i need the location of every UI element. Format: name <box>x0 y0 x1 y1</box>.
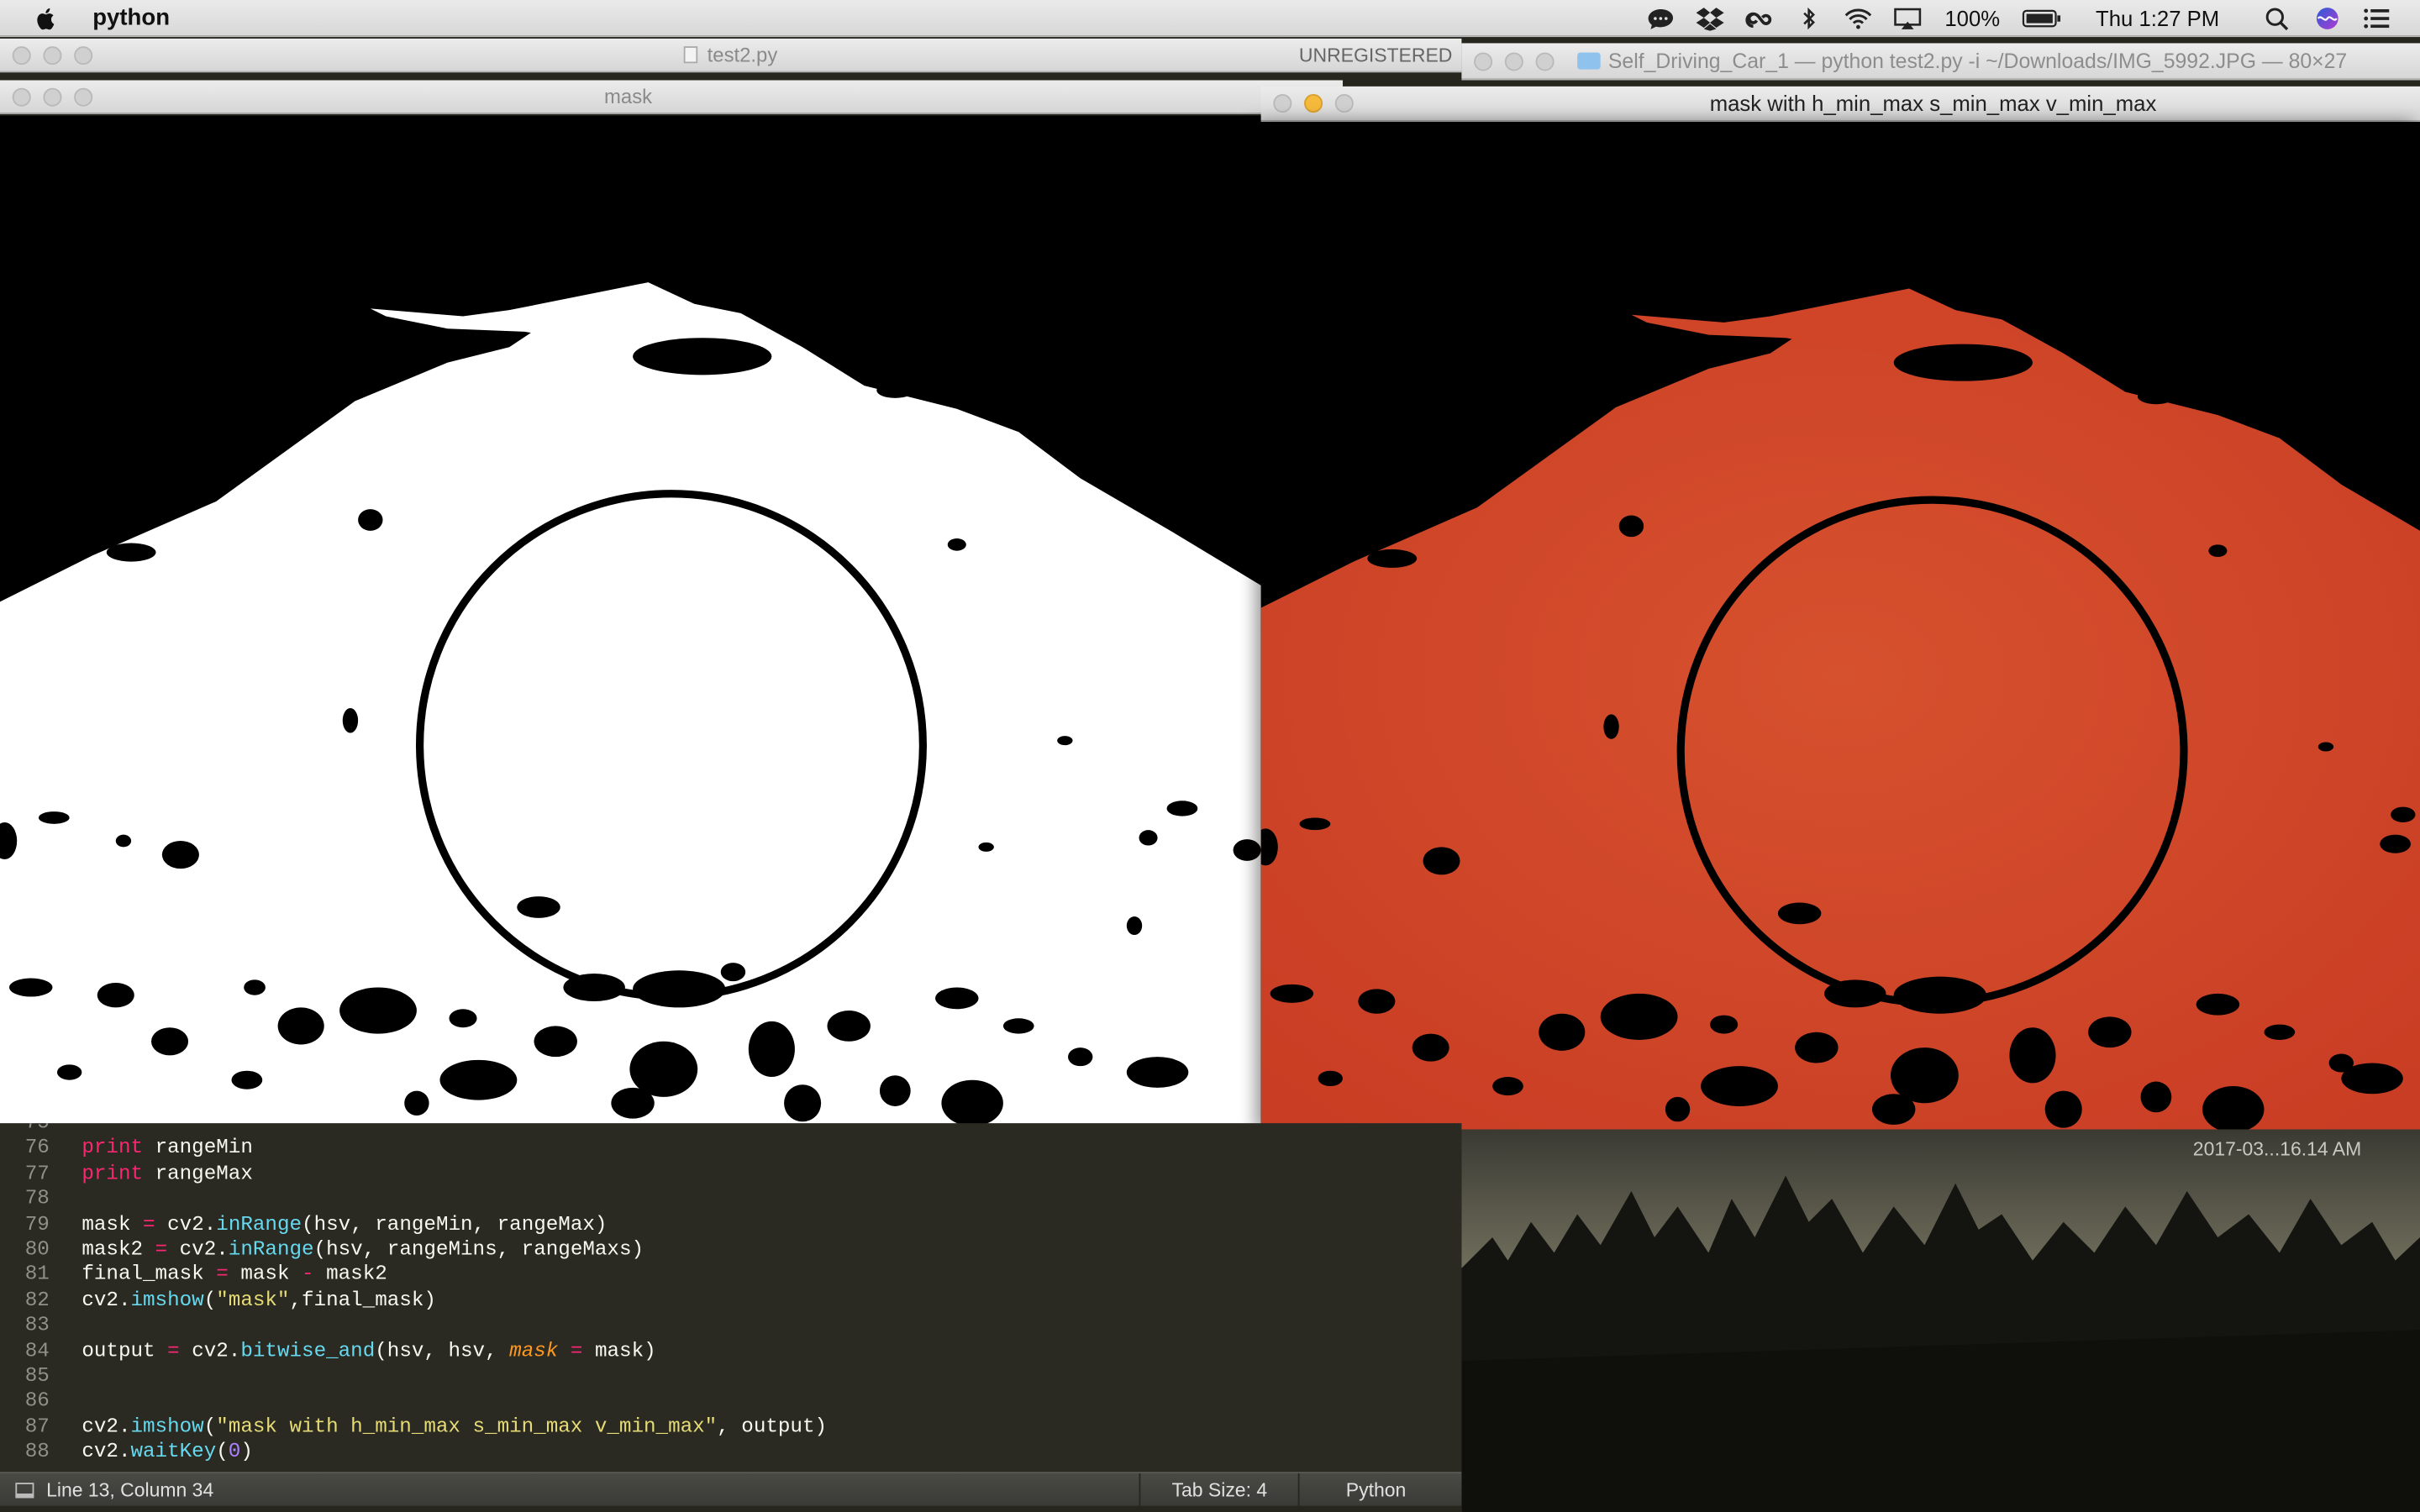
line-number: 87 <box>24 1414 50 1438</box>
line-number: 81 <box>24 1263 50 1286</box>
code-line[interactable]: 85 <box>0 1364 50 1389</box>
status-bar: Line 13, Column 34 Tab Size: 4 Python <box>0 1472 1462 1508</box>
output-image <box>1260 122 2420 1131</box>
airplay-icon[interactable] <box>1883 0 1933 37</box>
zoom-button[interactable] <box>1535 51 1555 71</box>
code-text: print rangeMin <box>82 1136 253 1160</box>
minimize-button[interactable] <box>43 45 62 65</box>
code-text: print rangeMax <box>82 1161 253 1185</box>
status-menus: 100% Thu 1:27 PM <box>1636 0 2420 37</box>
zoom-button[interactable] <box>1334 94 1354 113</box>
editor-titlebar[interactable]: test2.py UNREGISTERED <box>0 38 1462 73</box>
code-text: cv2.imshow("mask with h_min_max s_min_ma… <box>82 1414 828 1438</box>
minimize-button[interactable] <box>43 87 62 106</box>
code-line[interactable]: 87 cv2.imshow("mask with h_min_max s_min_… <box>0 1414 827 1440</box>
minimize-button[interactable] <box>1304 94 1323 113</box>
creative-cloud-icon[interactable] <box>1735 0 1785 37</box>
app-menu-name[interactable]: python <box>92 5 170 31</box>
screen: python 100% Thu 1:27 PM test2.py UNREGIS… <box>0 0 2420 1512</box>
messages-icon[interactable] <box>1636 0 1686 37</box>
line-number: 76 <box>24 1136 50 1160</box>
panel-toggle-icon[interactable] <box>15 1482 34 1498</box>
editor-title: test2.py <box>0 43 1461 66</box>
terminal-title: Self_Driving_Car_1 — python test2.py -i … <box>1577 50 2347 72</box>
dropbox-icon[interactable] <box>1686 0 1735 37</box>
code-text: final_mask = mask - mask2 <box>82 1263 387 1286</box>
menubar-clock[interactable]: Thu 1:27 PM <box>2071 6 2254 30</box>
mask-image <box>0 115 1263 1125</box>
minimize-button[interactable] <box>1504 51 1523 71</box>
bluetooth-icon[interactable] <box>1784 0 1833 37</box>
close-button[interactable] <box>1474 51 1493 71</box>
output-window-titlebar[interactable]: mask with h_min_max s_min_max v_min_max <box>1260 86 2420 123</box>
code-line[interactable]: 88 cv2.waitKey(0) <box>0 1440 253 1465</box>
folder-icon <box>1577 52 1601 70</box>
siri-icon[interactable] <box>2302 0 2352 37</box>
editor-window-controls <box>12 45 93 65</box>
mask-window-controls <box>12 87 93 106</box>
line-number: 85 <box>24 1363 50 1388</box>
code-text: cv2.imshow("mask",final_mask) <box>82 1288 436 1311</box>
code-line[interactable]: 83 <box>0 1313 50 1338</box>
close-button[interactable] <box>12 87 31 106</box>
line-number: 86 <box>24 1389 50 1413</box>
output-window-title: mask with h_min_max s_min_max v_min_max <box>1709 91 2157 116</box>
code-editor[interactable]: 7576 print rangeMin 77 print rangeMax 7879 ma… <box>0 1123 1462 1473</box>
mask-window-title: mask <box>604 85 653 108</box>
output-window-controls <box>1273 94 1354 113</box>
file-icon <box>684 46 698 64</box>
line-number: 84 <box>24 1338 50 1362</box>
line-number: 78 <box>24 1186 50 1210</box>
line-number: 83 <box>24 1313 50 1336</box>
line-number: 77 <box>24 1161 50 1185</box>
code-line[interactable]: 77 print rangeMax <box>0 1161 253 1187</box>
line-number: 88 <box>24 1440 50 1463</box>
close-button[interactable] <box>12 45 31 65</box>
code-line[interactable]: 79 mask = cv2.inRange(hsv, rangeMin, rang… <box>0 1211 608 1237</box>
code-line[interactable]: 75 <box>0 1123 50 1136</box>
battery-icon[interactable] <box>2012 0 2071 37</box>
line-number: 80 <box>24 1237 50 1261</box>
syntax-selector[interactable]: Python <box>1297 1473 1462 1508</box>
code-line[interactable]: 80 mask2 = cv2.inRange(hsv, rangeMins, ra… <box>0 1237 644 1263</box>
code-text: mask2 = cv2.inRange(hsv, rangeMins, rang… <box>82 1237 644 1261</box>
code-line[interactable]: 76 print rangeMin <box>0 1136 253 1162</box>
desktop-file-label[interactable]: 2017-03...16.14 AM <box>2193 1139 2361 1161</box>
mask-window-titlebar[interactable]: mask <box>0 80 1343 114</box>
wifi-icon[interactable] <box>1833 0 1883 37</box>
code-text: mask = cv2.inRange(hsv, rangeMin, rangeM… <box>82 1211 608 1236</box>
line-number: 82 <box>24 1288 50 1311</box>
code-line[interactable]: 84 output = cv2.bitwise_and(hsv, hsv, mas… <box>0 1338 656 1364</box>
menu-bar: python 100% Thu 1:27 PM <box>0 0 2420 38</box>
zoom-button[interactable] <box>74 45 93 65</box>
terminal-window-controls <box>1474 51 1555 71</box>
code-line[interactable]: 86 <box>0 1389 50 1415</box>
line-number: 79 <box>24 1211 50 1236</box>
code-line[interactable]: 78 <box>0 1187 50 1212</box>
tab-size-selector[interactable]: Tab Size: 4 <box>1139 1473 1298 1508</box>
battery-percent: 100% <box>1944 6 2001 31</box>
code-line[interactable]: 81 final_mask = mask - mask2 <box>0 1263 387 1288</box>
terminal-titlebar[interactable]: Self_Driving_Car_1 — python test2.py -i … <box>1461 43 2420 81</box>
notification-center-icon[interactable] <box>2352 0 2402 37</box>
line-number: 75 <box>0 1123 50 1136</box>
zoom-button[interactable] <box>74 87 93 106</box>
search-icon[interactable] <box>2254 0 2303 37</box>
close-button[interactable] <box>1273 94 1292 113</box>
code-line[interactable]: 82 cv2.imshow("mask",final_mask) <box>0 1288 436 1313</box>
code-text: output = cv2.bitwise_and(hsv, hsv, mask … <box>82 1338 656 1362</box>
desktop-wallpaper: 2017-03...16.14 AM <box>1461 1129 2420 1512</box>
code-text: cv2.waitKey(0) <box>82 1440 253 1463</box>
cursor-position: Line 13, Column 34 <box>46 1478 214 1501</box>
unregistered-label: UNREGISTERED <box>1298 45 1453 66</box>
apple-icon[interactable] <box>34 5 58 29</box>
